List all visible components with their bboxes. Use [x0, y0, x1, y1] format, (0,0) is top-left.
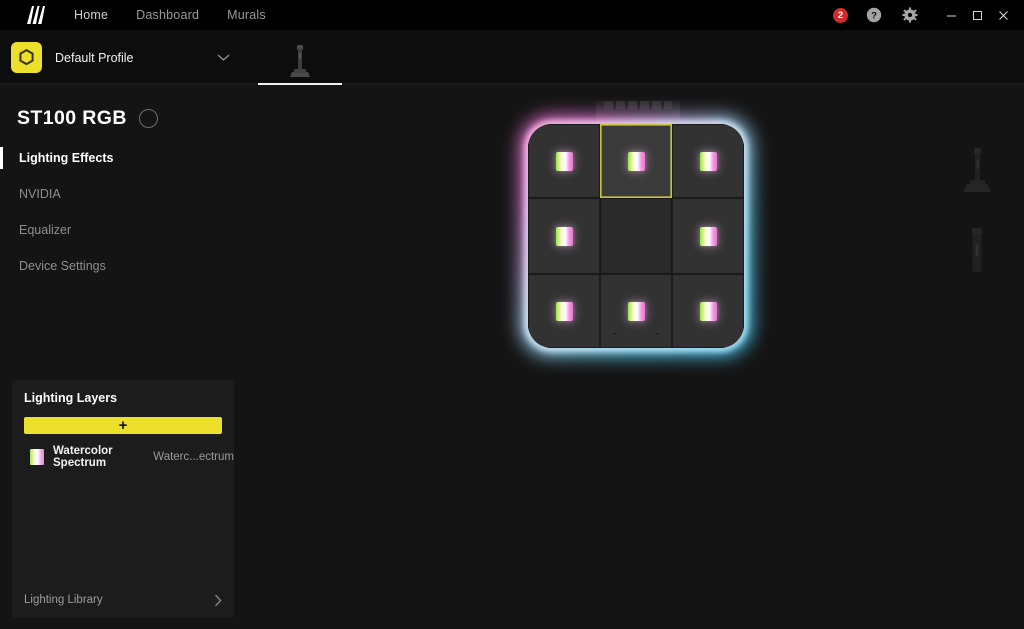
base-body — [528, 124, 744, 348]
profile-selector[interactable]: Default Profile — [0, 30, 246, 85]
zone-top-center[interactable] — [600, 124, 672, 198]
headset-stand-icon — [963, 148, 991, 192]
device-title-row: ST100 RGB — [0, 85, 246, 130]
notification-badge[interactable]: 2 — [833, 7, 848, 23]
minimize-button[interactable] — [938, 0, 964, 30]
device-power-button[interactable] — [138, 109, 158, 128]
zone-led-swatch — [555, 226, 573, 246]
zone-top-right[interactable] — [672, 124, 744, 198]
add-layer-plus-icon: + — [118, 416, 128, 434]
sidebar-item-equalizer[interactable]: Equalizer — [0, 218, 246, 242]
lighting-library-label: Lighting Library — [24, 594, 103, 606]
add-layer-button[interactable]: + — [24, 417, 222, 434]
zone-bottom-center[interactable] — [600, 274, 672, 348]
zone-bottom-left[interactable] — [528, 274, 600, 348]
nav-item-dashboard[interactable]: Dashboard — [122, 0, 213, 30]
svg-text:?: ? — [871, 11, 877, 22]
device-canvas — [246, 85, 1024, 629]
nav-item-murals[interactable]: Murals — [213, 0, 280, 30]
sidebar-item-lighting-effects[interactable]: Lighting Effects — [0, 146, 246, 170]
zone-middle-center[interactable] — [600, 198, 672, 274]
screw-detail — [655, 331, 660, 336]
lighting-layers-title: Lighting Layers — [24, 391, 118, 405]
chevron-right-icon — [214, 594, 222, 606]
chevron-down-icon[interactable] — [217, 53, 230, 62]
headset-stand-post-icon — [972, 228, 982, 272]
window-controls — [938, 0, 1016, 30]
nav-item-home[interactable]: Home — [60, 0, 122, 30]
profile-name-label: Default Profile — [55, 50, 134, 65]
help-circle-icon[interactable]: ? — [866, 7, 882, 23]
titlebar-right-controls: 2 ? — [833, 0, 1024, 30]
sidebar-item-label: Equalizer — [19, 223, 72, 237]
zone-led-swatch — [555, 151, 573, 171]
sidebar-item-device-settings[interactable]: Device Settings — [0, 254, 246, 278]
zone-led-swatch — [699, 226, 717, 246]
close-button[interactable] — [990, 0, 1016, 30]
layer-name-label: Watercolor Spectrum — [53, 445, 113, 469]
sidebar-menu: Lighting Effects NVIDIA Equalizer Device… — [0, 146, 246, 278]
layer-gradient-swatch-icon — [30, 449, 44, 465]
sidebar-item-nvidia[interactable]: NVIDIA — [0, 182, 246, 206]
list-item[interactable]: Watercolor Spectrum Waterc...ectrum — [30, 445, 234, 469]
corsair-sails-logo — [27, 6, 45, 24]
thumbnail-stand-full-view[interactable] — [950, 140, 1004, 202]
lighting-library-button[interactable]: Lighting Library — [12, 582, 234, 618]
lighting-layers-panel: Lighting Layers + Watercolor Spectrum Wa… — [12, 380, 234, 618]
sidebar-item-label: Lighting Effects — [19, 151, 114, 165]
zone-led-swatch — [627, 301, 645, 321]
zone-led-swatch — [699, 151, 717, 171]
page-title: ST100 RGB — [17, 107, 127, 129]
profile-logo-tile — [11, 42, 42, 73]
zone-led-swatch — [627, 151, 645, 171]
device-tab-st100[interactable] — [258, 30, 342, 85]
corsair-icue-window: Home Dashboard Murals 2 ? Default Profil… — [0, 0, 1024, 629]
st100-base-visual — [506, 95, 766, 375]
zone-led-swatch — [555, 301, 573, 321]
headset-stand-icon — [290, 45, 310, 77]
thumbnail-stand-post-view[interactable] — [950, 220, 1004, 282]
maximize-button[interactable] — [964, 0, 990, 30]
title-bar: Home Dashboard Murals 2 ? — [0, 0, 1024, 30]
icue-hex-icon — [19, 48, 34, 66]
sidebar-item-label: NVIDIA — [19, 187, 61, 201]
zone-middle-left[interactable] — [528, 198, 600, 274]
gear-icon[interactable] — [902, 7, 918, 23]
main-nav: Home Dashboard Murals — [60, 0, 280, 30]
zone-top-left[interactable] — [528, 124, 600, 198]
screw-detail — [612, 331, 617, 336]
profile-bar: Default Profile — [0, 30, 1024, 85]
zone-bottom-right[interactable] — [672, 274, 744, 348]
layer-subtitle-label: Waterc...ectrum — [153, 451, 234, 463]
zone-middle-right[interactable] — [672, 198, 744, 274]
sidebar-item-label: Device Settings — [19, 259, 106, 273]
zone-led-swatch — [699, 301, 717, 321]
device-view-thumbnails — [950, 140, 1004, 300]
